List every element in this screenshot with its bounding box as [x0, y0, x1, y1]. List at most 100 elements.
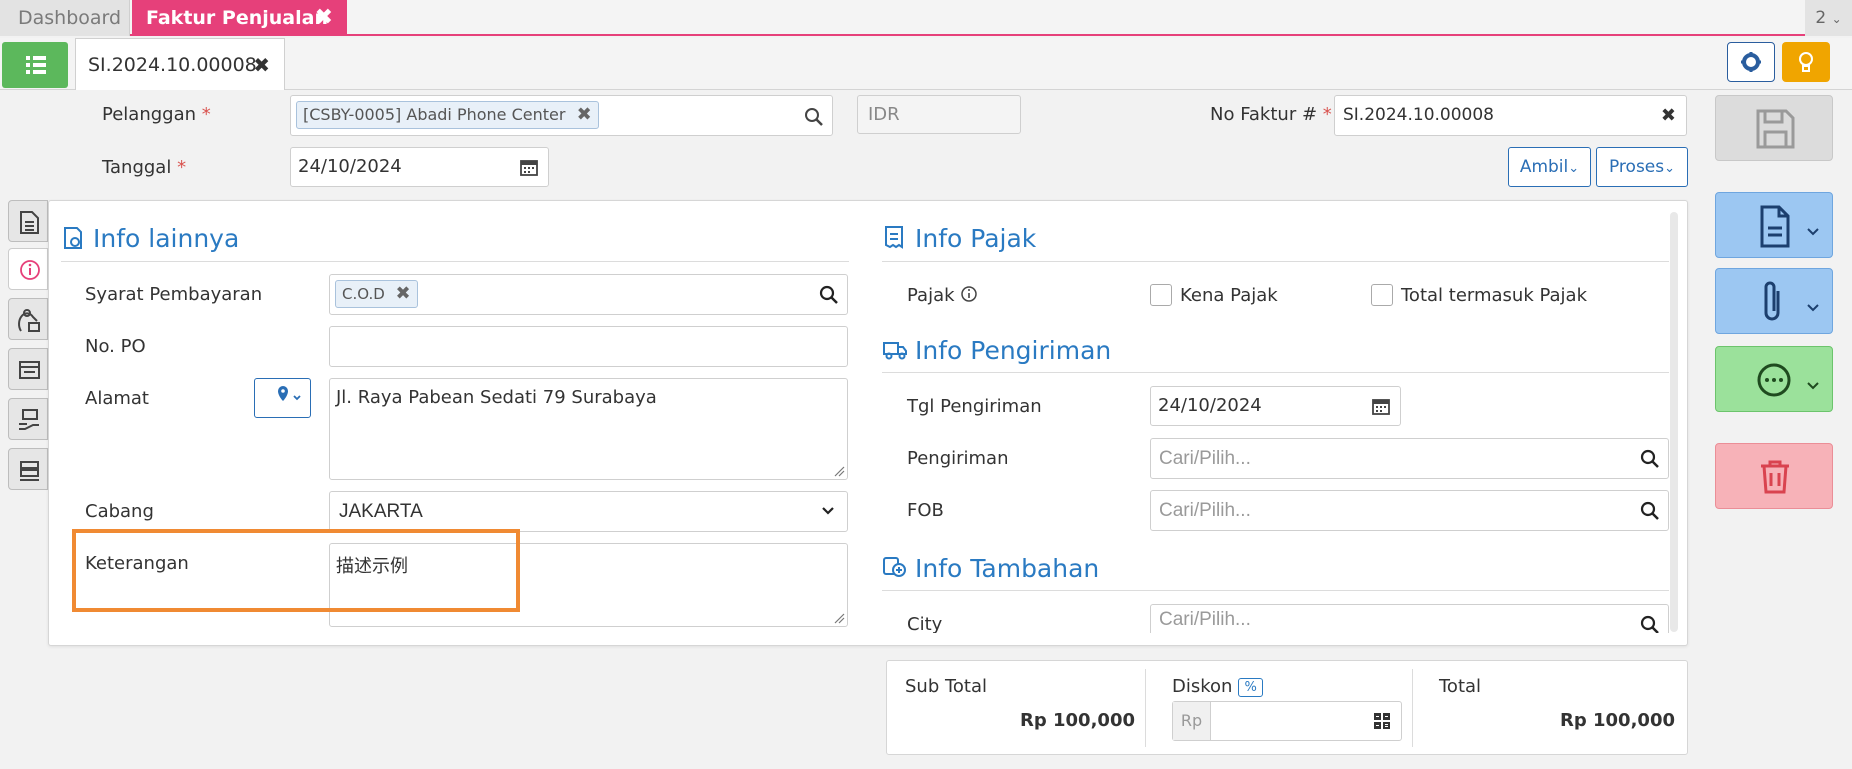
more-icon [1757, 363, 1819, 397]
syarat-pembayaran-label: Syarat Pembayaran [85, 284, 263, 305]
fob-label: FOB [907, 500, 944, 521]
side-tab-tax[interactable] [8, 348, 48, 390]
close-document-icon[interactable]: ✖ [253, 39, 270, 91]
syarat-pembayaran-field[interactable]: C.O.D ✖ [329, 274, 848, 315]
cabang-value: JAKARTA [339, 501, 423, 522]
tips-button[interactable] [1782, 42, 1830, 82]
document-action-button[interactable] [1715, 192, 1833, 258]
remove-chip-icon[interactable]: ✖ [577, 104, 592, 125]
proses-button[interactable]: Proses⌄ [1596, 147, 1688, 187]
kena-pajak-checkbox[interactable] [1150, 284, 1172, 306]
pengiriman-label: Pengiriman [907, 448, 1009, 469]
document-icon [1760, 205, 1819, 248]
settings-button[interactable] [1727, 42, 1775, 82]
search-icon[interactable] [1640, 615, 1660, 633]
tab-faktur-penjualan[interactable]: Faktur Penjualan ✖ [132, 0, 347, 36]
search-icon[interactable] [804, 107, 824, 127]
info-tambahan-title: Info Tambahan [915, 554, 1100, 583]
pelanggan-label-text: Pelanggan [102, 104, 197, 125]
diskon-prefix: Rp [1173, 702, 1211, 740]
menu-button[interactable] [2, 42, 68, 88]
search-icon[interactable] [1640, 449, 1660, 469]
total-termasuk-pajak-checkbox[interactable] [1371, 284, 1393, 306]
pelanggan-chip: [CSBY-0005] Abadi Phone Center ✖ [296, 101, 599, 129]
percent-toggle[interactable]: % [1238, 677, 1263, 697]
close-tab-icon[interactable]: ✖ [315, 0, 333, 36]
search-icon[interactable] [819, 285, 839, 305]
side-tab-storage[interactable] [8, 448, 48, 490]
side-tab-info[interactable] [8, 248, 48, 290]
no-faktur-label: No Faktur # * [1210, 104, 1332, 125]
tanggal-field[interactable]: 24/10/2024 [290, 147, 549, 187]
money-bag-icon [18, 309, 40, 332]
city-field[interactable]: Cari/Pilih... [1150, 604, 1669, 633]
required-mark: * [177, 157, 187, 178]
layers-icon [20, 461, 39, 481]
resize-handle-icon[interactable] [833, 465, 845, 477]
no-faktur-field[interactable]: SI.2024.10.00008 ✖ [1334, 95, 1687, 136]
calendar-icon[interactable] [520, 158, 538, 176]
calendar-icon[interactable] [1372, 397, 1390, 415]
chevron-down-icon: ⌄ [1568, 161, 1580, 176]
diskon-field[interactable]: Rp [1172, 701, 1402, 741]
pengiriman-field[interactable]: Cari/Pilih... [1150, 438, 1669, 479]
tab-count-dropdown[interactable]: 2 ⌄ [1805, 0, 1852, 36]
delete-button[interactable] [1715, 443, 1833, 509]
tab-count-label: 2 [1815, 8, 1827, 28]
lightbulb-icon [1799, 52, 1813, 72]
trash-icon [1761, 460, 1789, 494]
address-location-button[interactable] [254, 378, 311, 418]
city-placeholder: Cari/Pilih... [1159, 609, 1251, 630]
cabang-label: Cabang [85, 501, 154, 522]
calculator-icon[interactable] [1373, 712, 1391, 730]
tax-receipt-icon [885, 226, 903, 249]
pelanggan-chip-label: [CSBY-0005] Abadi Phone Center [303, 105, 566, 124]
no-faktur-value: SI.2024.10.00008 [1343, 105, 1494, 125]
tab-faktur-label: Faktur Penjualan [146, 7, 328, 29]
attachment-button[interactable] [1715, 268, 1833, 334]
subtotal-label: Sub Total [905, 676, 988, 697]
cabang-select[interactable]: JAKARTA [329, 491, 848, 532]
side-tab-money[interactable] [8, 298, 48, 340]
resize-handle-icon[interactable] [833, 612, 845, 624]
tgl-pengiriman-field[interactable]: 24/10/2024 [1150, 386, 1401, 426]
document-icon [20, 211, 39, 234]
tanggal-value: 24/10/2024 [298, 156, 402, 177]
syarat-chip-label: C.O.D [342, 285, 385, 303]
subtotal-value: Rp 100,000 [1020, 710, 1135, 731]
ambil-label: Ambil [1519, 157, 1569, 177]
receipt-icon [19, 361, 40, 379]
alamat-textarea[interactable]: Jl. Raya Pabean Sedati 79 Surabaya [329, 378, 848, 480]
pelanggan-field[interactable]: [CSBY-0005] Abadi Phone Center ✖ [290, 95, 833, 136]
info-pajak-title: Info Pajak [915, 224, 1037, 253]
hand-money-icon [19, 409, 39, 430]
tab-dashboard[interactable]: Dashboard [0, 0, 130, 36]
fob-field[interactable]: Cari/Pilih... [1150, 490, 1669, 531]
proses-label: Proses [1608, 157, 1665, 177]
alamat-label: Alamat [85, 388, 149, 409]
more-actions-button[interactable] [1715, 346, 1833, 412]
info-pengiriman-title: Info Pengiriman [915, 336, 1112, 365]
side-tab-payment[interactable] [8, 398, 48, 440]
save-button[interactable] [1715, 95, 1833, 161]
panel-scrollbar[interactable] [1670, 212, 1678, 632]
info-icon[interactable] [960, 285, 978, 303]
required-mark: * [1322, 104, 1332, 125]
side-tab-document[interactable] [8, 200, 48, 242]
save-icon [1756, 109, 1795, 149]
document-tab-label: SI.2024.10.00008 [88, 54, 257, 76]
clear-icon[interactable]: ✖ [1661, 96, 1676, 135]
search-icon[interactable] [1640, 501, 1660, 521]
info-icon [20, 260, 40, 280]
ambil-button[interactable]: Ambil⌄ [1508, 147, 1591, 187]
no-faktur-label-text: No Faktur # [1210, 104, 1318, 125]
total-label: Total [1439, 676, 1482, 697]
document-tab[interactable]: SI.2024.10.00008 ✖ [75, 38, 285, 90]
alamat-value: Jl. Raya Pabean Sedati 79 Surabaya [336, 387, 657, 408]
pelanggan-label: Pelanggan * [102, 104, 211, 125]
totals-panel: Sub Total Rp 100,000 Diskon% Rp Total Rp… [886, 660, 1688, 755]
no-po-field[interactable] [329, 326, 848, 367]
remove-chip-icon[interactable]: ✖ [396, 283, 411, 304]
divider [882, 590, 1669, 591]
add-info-icon [883, 557, 906, 577]
